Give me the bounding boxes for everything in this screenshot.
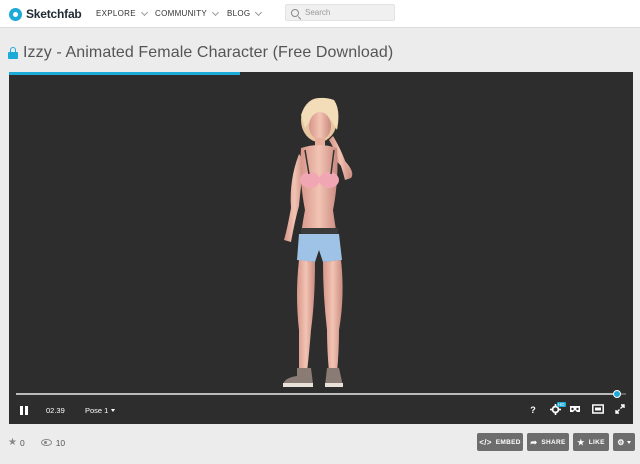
search-box[interactable] (285, 4, 395, 21)
nav-community-label: COMMUNITY (155, 9, 208, 18)
code-icon: </> (479, 437, 492, 447)
screenshot-icon[interactable] (592, 404, 604, 416)
nav-explore[interactable]: EXPLORE (96, 8, 148, 18)
sketchfab-logo[interactable]: Sketchfab (9, 6, 82, 22)
search-icon (291, 8, 299, 17)
character-model[interactable] (239, 90, 399, 390)
more-options-button[interactable]: ⚙ (613, 433, 635, 451)
chevron-down-icon (140, 8, 148, 16)
caret-down-icon (111, 409, 116, 412)
animation-select-label: Pose 1 (85, 406, 109, 415)
help-icon[interactable]: ? (527, 404, 539, 416)
share-icon: ➦ (530, 437, 538, 447)
animation-time: 02.39 (46, 406, 65, 415)
nav-community[interactable]: COMMUNITY (155, 8, 220, 18)
loading-progress-bar (9, 72, 240, 75)
share-button[interactable]: ➦ SHARE (527, 433, 569, 451)
model-stats: ★ 0 10 (8, 437, 65, 448)
lock-icon (8, 47, 18, 59)
star-icon: ★ (577, 437, 585, 447)
star-icon: ★ (8, 437, 17, 448)
timeline-scrubber[interactable] (612, 390, 621, 398)
nav-blog-label: BLOG (227, 9, 251, 18)
animation-select[interactable]: Pose 1 (85, 406, 116, 415)
timeline-progress (16, 393, 617, 395)
eye-icon (40, 439, 52, 446)
like-button[interactable]: ★ LIKE (573, 433, 609, 451)
viewer-controls: 02.39 Pose 1 ? HD (9, 400, 633, 422)
vr-icon[interactable] (569, 404, 581, 416)
search-input[interactable] (305, 8, 395, 17)
pause-icon[interactable] (20, 406, 28, 415)
chevron-down-icon (255, 8, 263, 16)
embed-label: EMBED (495, 438, 521, 446)
embed-button[interactable]: </> EMBED (477, 433, 523, 451)
view-count: 10 (55, 437, 66, 448)
logo-text: Sketchfab (26, 7, 82, 21)
like-count: 0 (19, 437, 25, 448)
animation-timeline[interactable] (16, 390, 626, 398)
page-title: Izzy - Animated Female Character (Free D… (23, 44, 394, 61)
fullscreen-icon[interactable] (614, 404, 626, 416)
model-title-row: Izzy - Animated Female Character (Free D… (8, 43, 393, 63)
caret-down-icon (626, 440, 631, 444)
nav-blog[interactable]: BLOG (227, 8, 263, 18)
gear-icon: ⚙ (617, 437, 625, 447)
nav-explore-label: EXPLORE (96, 9, 136, 18)
sketchfab-logo-icon (9, 7, 22, 21)
like-label: LIKE (588, 438, 605, 446)
model-viewer[interactable]: 02.39 Pose 1 ? HD (9, 72, 633, 424)
top-navbar: Sketchfab EXPLORE COMMUNITY BLOG (0, 0, 640, 28)
chevron-down-icon (211, 8, 220, 16)
hd-badge: HD (557, 402, 566, 407)
share-label: SHARE (541, 438, 566, 446)
